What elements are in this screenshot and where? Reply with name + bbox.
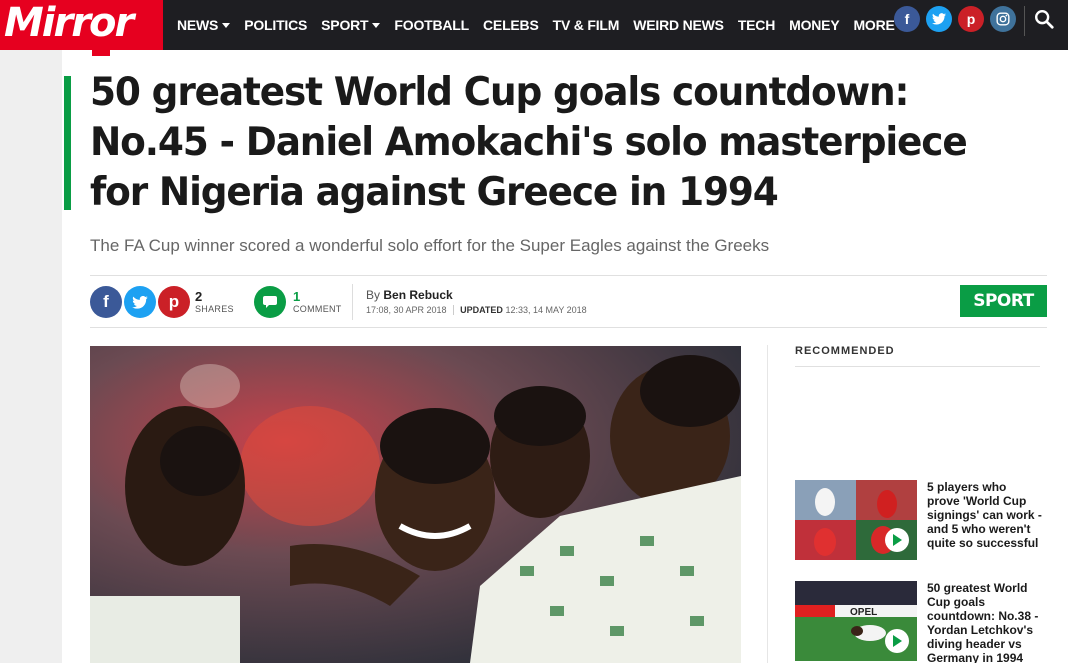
left-gutter — [0, 50, 62, 663]
byline: By Ben Rebuck — [366, 288, 453, 302]
recommended-item-title: 5 players who prove 'World Cup signings'… — [927, 480, 1042, 550]
nav-item-label: FOOTBALL — [394, 17, 470, 33]
nav-item-label: POLITICS — [244, 17, 308, 33]
nav-item-celebs[interactable]: CELEBS — [476, 17, 546, 33]
recommended-thumbnail: OPEL — [795, 581, 917, 661]
updated-label: UPDATED — [453, 305, 503, 315]
comment-icon[interactable] — [254, 286, 286, 318]
divider — [795, 366, 1040, 367]
instagram-icon[interactable] — [990, 6, 1016, 32]
twitter-icon[interactable] — [926, 6, 952, 32]
chevron-down-icon — [372, 22, 381, 28]
social-links: f p — [894, 6, 1016, 32]
nav-item-news[interactable]: NEWS — [170, 17, 237, 33]
section-sport-button[interactable]: SPORT — [960, 285, 1047, 317]
nav-divider — [1024, 6, 1025, 36]
author-link[interactable]: Ben Rebuck — [383, 288, 452, 302]
facebook-icon[interactable]: f — [894, 6, 920, 32]
top-nav: Mirror NEWS POLITICS SPORT FOOTBALL CELEBS TV… — [0, 0, 1068, 50]
recommended-heading: RECOMMENDED — [795, 345, 895, 357]
nav-item-tv-film[interactable]: TV & FILM — [546, 17, 627, 33]
share-buttons: f p — [90, 286, 190, 318]
share-count-label: SHARES — [195, 304, 234, 314]
share-count: 2 SHARES — [195, 289, 234, 315]
updated-time: 12:33, 14 MAY 2018 — [505, 305, 587, 315]
recommended-item-title: 50 greatest World Cup goals countdown: N… — [927, 581, 1039, 663]
play-icon — [885, 528, 909, 552]
nav-menu: NEWS POLITICS SPORT FOOTBALL CELEBS TV & FILM… — [170, 0, 914, 50]
play-icon — [885, 629, 909, 653]
headline-accent-bar — [64, 76, 71, 210]
nav-item-label: TECH — [737, 17, 776, 33]
share-facebook-icon[interactable]: f — [90, 286, 122, 318]
article-subheadline: The FA Cup winner scored a wonderful sol… — [90, 236, 770, 255]
nav-item-label: SPORT — [321, 17, 369, 33]
pinterest-icon[interactable]: p — [958, 6, 984, 32]
nav-item-label: MORE — [853, 17, 895, 33]
rail-divider — [767, 345, 768, 663]
nav-item-label: MONEY — [789, 17, 840, 33]
chevron-down-icon — [222, 22, 231, 28]
nav-item-politics[interactable]: POLITICS — [237, 17, 314, 33]
recommended-thumbnail — [795, 480, 917, 560]
nav-item-weird-news[interactable]: WEIRD NEWS — [626, 17, 731, 33]
nav-item-label: TV & FILM — [552, 17, 620, 33]
search-icon[interactable] — [1033, 8, 1055, 30]
article-headline: 50 greatest World Cup goals countdown: N… — [90, 70, 968, 215]
byline-prefix: By — [366, 288, 381, 302]
divider — [352, 284, 353, 320]
nav-item-football[interactable]: FOOTBALL — [387, 17, 476, 33]
share-pinterest-icon[interactable]: p — [158, 286, 190, 318]
nav-item-label: WEIRD NEWS — [633, 17, 724, 33]
comment-count-number: 1 — [293, 289, 301, 304]
share-twitter-icon[interactable] — [124, 286, 156, 318]
mirror-logo[interactable]: Mirror — [0, 0, 163, 50]
svg-text:OPEL: OPEL — [850, 607, 877, 618]
published-time: 17:08, 30 APR 2018 — [366, 305, 447, 315]
nav-item-sport[interactable]: SPORT — [314, 17, 387, 33]
article-hero-image[interactable] — [90, 346, 741, 663]
breadcrumb-icon — [92, 48, 110, 56]
nav-item-tech[interactable]: TECH — [731, 17, 782, 33]
share-count-number: 2 — [195, 289, 203, 304]
divider — [90, 275, 1047, 276]
nav-item-label: NEWS — [177, 17, 219, 33]
nav-item-label: CELEBS — [483, 17, 539, 33]
article-dates: 17:08, 30 APR 2018 UPDATED 12:33, 14 MAY… — [366, 305, 587, 315]
comment-count[interactable]: 1 COMMENT — [293, 289, 342, 315]
nav-item-money[interactable]: MONEY — [782, 17, 846, 33]
divider — [90, 327, 1047, 328]
comment-count-label: COMMENT — [293, 304, 342, 314]
